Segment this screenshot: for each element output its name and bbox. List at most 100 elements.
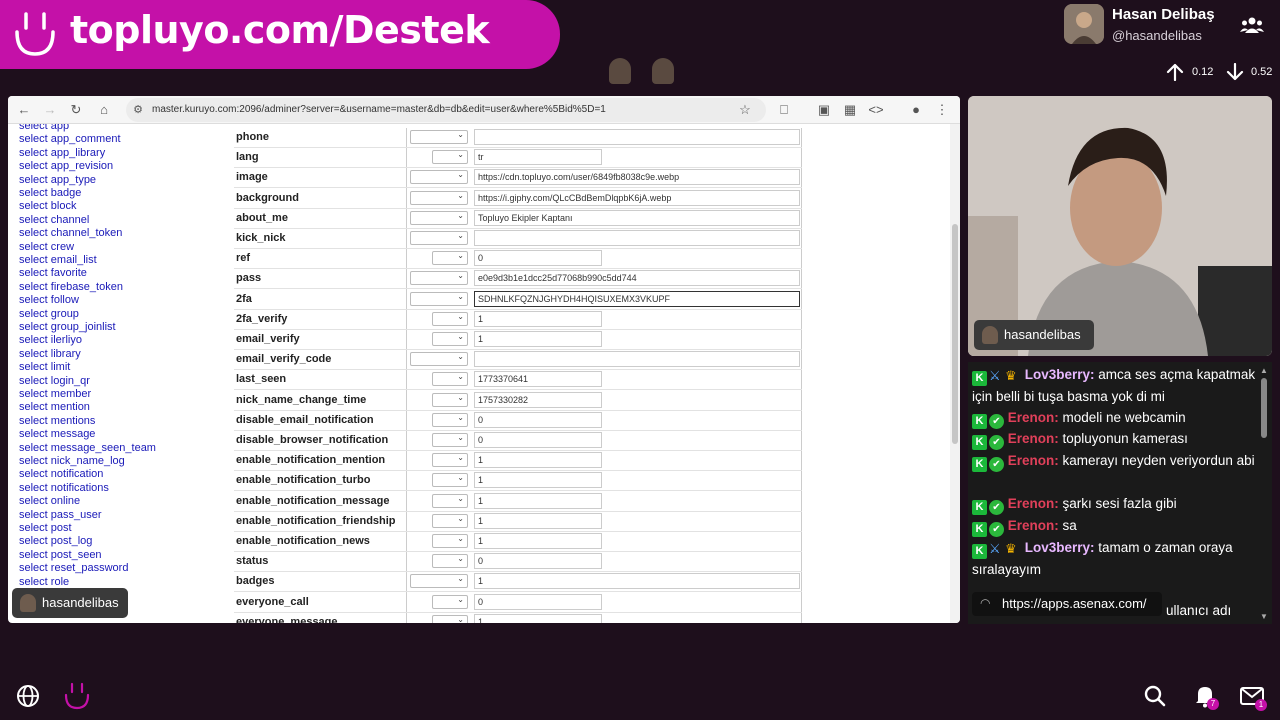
chat-username[interactable]: Erenon: (1008, 410, 1059, 425)
sidebar-table-link[interactable]: select group_joinlist (19, 321, 116, 333)
sidebar-table-link[interactable]: select ilerliyo (19, 334, 82, 346)
field-value-input[interactable]: 1757330282 (474, 391, 602, 408)
function-select[interactable]: ⌄ (432, 493, 468, 508)
sidebar-table-link[interactable]: select badge (19, 187, 81, 199)
field-value-input[interactable]: 1 (474, 472, 602, 489)
sidebar-table-link[interactable]: select mentions (19, 415, 95, 427)
sidebar-table-link[interactable]: select notifications (19, 482, 109, 494)
cast-icon[interactable]: ▣ (816, 102, 832, 118)
extensions-icon[interactable]: ⎕ (776, 102, 792, 118)
reload-icon[interactable]: ↻ (68, 102, 84, 118)
sidebar-table-link[interactable]: select library (19, 348, 81, 360)
sidebar-table-link[interactable]: select mention (19, 401, 90, 413)
search-icon[interactable] (1144, 685, 1166, 707)
scroll-up-icon[interactable]: ▲ (1260, 366, 1268, 375)
devtools-icon[interactable]: <> (868, 102, 884, 118)
scroll-down-icon[interactable]: ▼ (1260, 612, 1268, 621)
chat-scrollbar-thumb[interactable] (1261, 378, 1267, 438)
field-value-input[interactable]: tr (474, 149, 602, 166)
function-select[interactable]: ⌄ (432, 412, 468, 427)
sidebar-table-link[interactable]: select favorite (19, 267, 87, 279)
streamer-avatar[interactable] (1064, 4, 1104, 44)
field-value-input[interactable]: 0 (474, 553, 602, 570)
function-select[interactable]: ⌄ (432, 311, 468, 326)
field-value-input[interactable]: https://cdn.topluyo.com/user/6849fb8038c… (474, 169, 800, 186)
function-select[interactable]: ⌄ (432, 332, 468, 346)
function-select[interactable]: ⌄ (410, 574, 468, 589)
field-value-input[interactable]: SDHNLKFQZNJGHYDH4HQISUXEMX3VKUPF (474, 290, 800, 307)
chat-username[interactable]: Lov3berry: (1025, 367, 1095, 382)
sidebar-table-link[interactable]: select member (19, 388, 91, 400)
field-value-input[interactable]: 0 (474, 250, 602, 267)
sidebar-table-link[interactable]: select notification (19, 468, 103, 480)
users-icon[interactable] (1240, 16, 1264, 34)
sidebar-table-link[interactable]: select follow (19, 294, 79, 306)
bookmark-star-icon[interactable]: ☆ (737, 102, 753, 118)
url-text[interactable]: master.kuruyo.com:2096/adminer?server=&u… (152, 104, 606, 115)
sidebar-table-link[interactable]: select login_qr (19, 375, 90, 387)
sidebar-table-link[interactable]: select post (19, 522, 72, 534)
function-select[interactable]: ⌄ (410, 231, 468, 245)
sidebar-table-link[interactable]: select message_seen_team (19, 442, 156, 454)
sidebar-table-link[interactable]: select app (19, 124, 69, 132)
sidebar-table-link[interactable]: select crew (19, 241, 74, 253)
scrollbar-thumb[interactable] (952, 224, 958, 444)
function-select[interactable]: ⌄ (432, 473, 468, 488)
field-value-input[interactable]: 1 (474, 452, 602, 469)
field-value-input[interactable] (474, 129, 800, 145)
sidebar-table-link[interactable]: select role (19, 576, 69, 588)
field-value-input[interactable]: 1 (474, 533, 602, 549)
sidebar-table-link[interactable]: select reset_password (19, 562, 128, 574)
chat-username[interactable]: Erenon: (1008, 431, 1059, 446)
sidebar-table-link[interactable]: select limit (19, 361, 70, 373)
topluyo-logo-icon[interactable] (64, 682, 90, 710)
sidebar-table-link[interactable]: select post_log (19, 535, 92, 547)
page-scrollbar[interactable] (950, 124, 960, 623)
function-select[interactable]: ⌄ (432, 534, 468, 548)
chat-username[interactable]: Erenon: (1008, 453, 1059, 468)
field-value-input[interactable]: 1 (474, 331, 602, 347)
sidebar-table-link[interactable]: select app_type (19, 174, 96, 186)
function-select[interactable]: ⌄ (410, 130, 468, 144)
link-preview[interactable]: ◠ https://apps.asenax.com/ (972, 592, 1162, 616)
sidebar-table-link[interactable]: select nick_name_log (19, 455, 125, 467)
sidebar-table-link[interactable]: select app_comment (19, 133, 121, 145)
sidebar-table-link[interactable]: select message (19, 428, 95, 440)
function-select[interactable]: ⌄ (410, 170, 468, 185)
function-select[interactable]: ⌄ (432, 392, 468, 407)
function-select[interactable]: ⌄ (432, 453, 468, 468)
field-value-input[interactable]: e0e9d3b1e1dcc25d77068b990c5dd744 (474, 270, 800, 287)
field-value-input[interactable]: 0 (474, 593, 602, 610)
field-value-input[interactable]: 1 (474, 613, 602, 623)
sidebar-table-link[interactable]: select pass_user (19, 509, 102, 521)
field-value-input[interactable]: 1 (474, 512, 602, 529)
profile-icon[interactable]: ● (908, 102, 924, 118)
link-preview-url[interactable]: https://apps.asenax.com/ (1002, 596, 1147, 611)
function-select[interactable]: ⌄ (432, 251, 468, 266)
function-select[interactable]: ⌄ (410, 190, 468, 205)
field-value-input[interactable] (474, 230, 800, 246)
function-select[interactable]: ⌄ (432, 614, 468, 623)
sidebar-table-link[interactable]: select online (19, 495, 80, 507)
field-value-input[interactable]: 1 (474, 492, 602, 509)
function-select[interactable]: ⌄ (410, 271, 468, 286)
function-select[interactable]: ⌄ (432, 433, 468, 447)
sidebar-table-link[interactable]: select channel_token (19, 227, 122, 239)
field-value-input[interactable]: 0 (474, 432, 602, 448)
globe-icon[interactable] (16, 684, 40, 708)
field-value-input[interactable]: 1773370641 (474, 371, 602, 388)
sidebar-table-link[interactable]: select app_library (19, 147, 105, 159)
site-info-icon[interactable]: ⚙ (130, 102, 146, 118)
function-select[interactable]: ⌄ (432, 372, 468, 387)
function-select[interactable]: ⌄ (432, 594, 468, 609)
sidebar-table-link[interactable]: select group (19, 308, 79, 320)
home-icon[interactable]: ⌂ (96, 102, 112, 118)
sidebar-table-link[interactable]: select email_list (19, 254, 97, 266)
function-select[interactable]: ⌄ (432, 513, 468, 528)
menu-kebab-icon[interactable]: ⋮ (934, 102, 950, 118)
sidebar-table-link[interactable]: select firebase_token (19, 281, 123, 293)
sidebar-table-link[interactable]: select channel (19, 214, 89, 226)
function-select[interactable]: ⌄ (432, 554, 468, 569)
field-value-input[interactable]: 1 (474, 573, 800, 590)
chat-username[interactable]: Erenon: (1008, 496, 1059, 511)
